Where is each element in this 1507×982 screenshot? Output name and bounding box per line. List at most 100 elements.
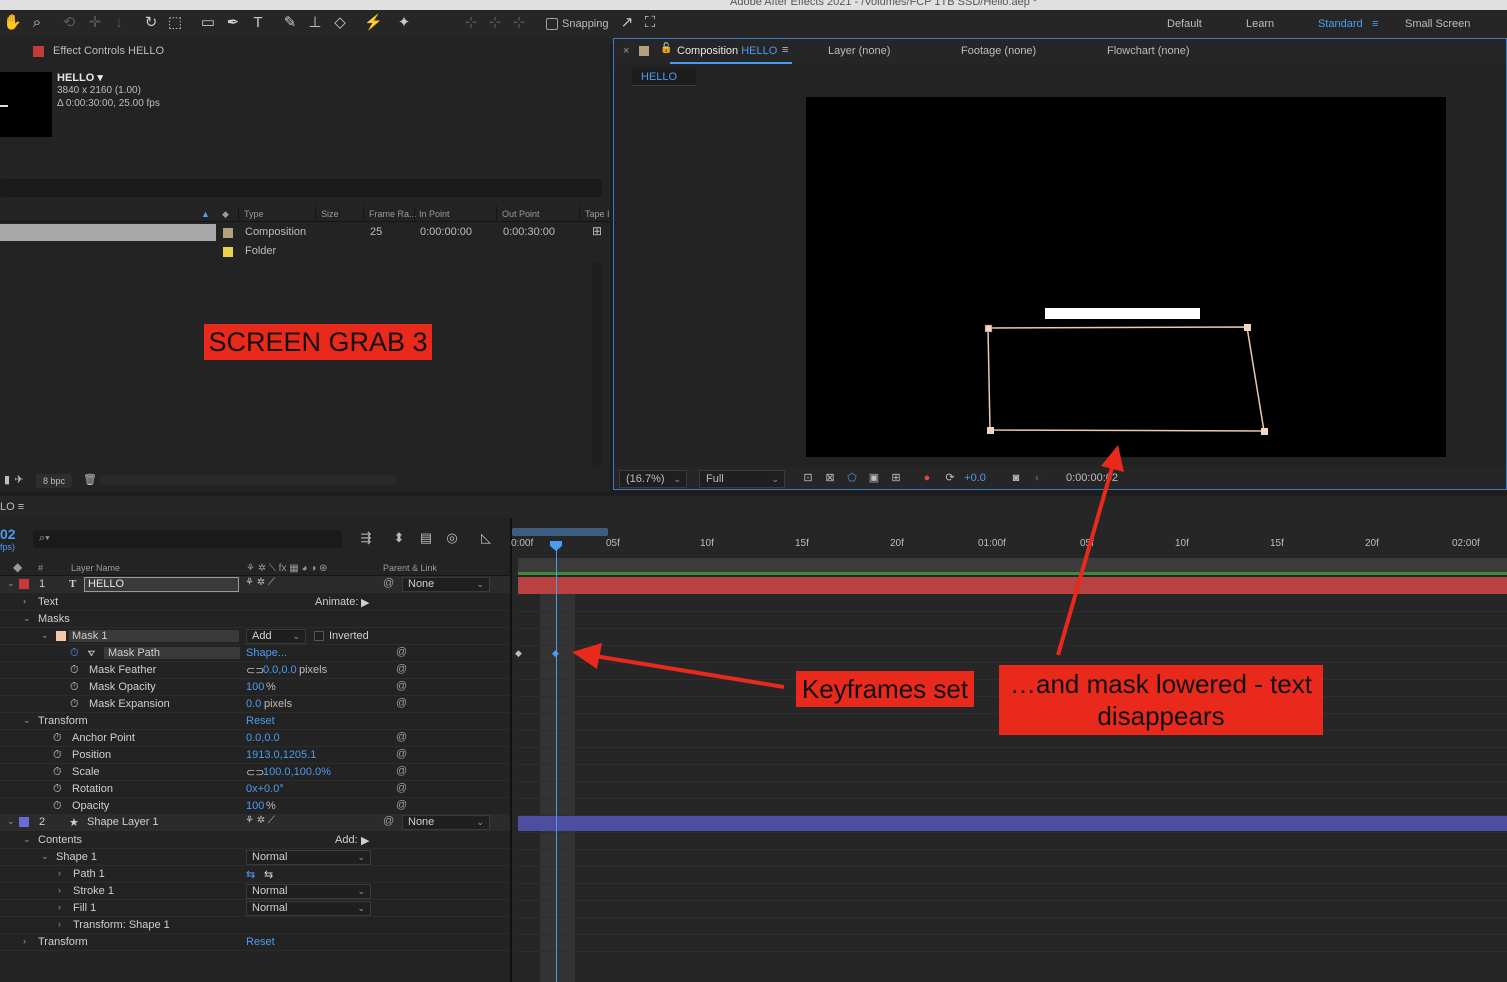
transform-reset-link[interactable]: Reset (246, 715, 275, 727)
current-time-display[interactable]: 02 (0, 526, 16, 542)
stopwatch-icon[interactable]: ⏱ (53, 783, 62, 796)
keyframe-diamond-icon[interactable]: ◆ (515, 648, 522, 659)
comp-breadcrumb[interactable]: HELLO (632, 68, 696, 86)
show-snapshot-icon[interactable]: ◐ (1031, 471, 1045, 485)
new-folder-icon[interactable]: ✈ (12, 473, 26, 487)
mask-color-swatch[interactable] (56, 631, 66, 641)
label-tag-icon[interactable]: ◆ (13, 560, 22, 574)
prop-row-contents[interactable]: ⌄ Contents Add: ▶ (0, 832, 510, 849)
composition-mini-flowchart-icon[interactable]: ⇶ (358, 530, 374, 546)
layer-2-duration-bar[interactable] (518, 815, 1507, 831)
shape1-blend-dropdown[interactable]: Normal ⌄ (246, 850, 371, 865)
position-value[interactable]: 1913.0,1205.1 (246, 749, 316, 761)
layer-switches[interactable]: ⚘ ✲ ⟋ (245, 815, 275, 826)
pick-whip-icon[interactable]: @ (396, 697, 407, 709)
pick-whip-icon[interactable]: @ (383, 577, 394, 589)
lock-icon[interactable]: 🔓 (660, 43, 672, 54)
snap-options-icon[interactable]: ↗ (618, 14, 636, 32)
layer-name-field[interactable]: HELLO (84, 577, 239, 592)
chevron-down-icon[interactable]: ⌄ (23, 834, 31, 845)
opacity-value[interactable]: 100 (246, 800, 264, 812)
eraser-tool-icon[interactable]: ◇ (331, 14, 349, 32)
prop-row-transform[interactable]: ⌄ Transform Reset (0, 713, 510, 730)
chevron-right-icon[interactable]: › (23, 596, 26, 606)
pick-whip-icon[interactable]: @ (396, 799, 407, 811)
pick-whip-icon[interactable]: @ (383, 815, 394, 827)
mask-mode-dropdown[interactable]: Add ⌄ (246, 629, 306, 644)
layer-row-shape-layer-1[interactable]: ⌄ 2 ★ Shape Layer 1 ⚘ ✲ ⟋ @ None ⌄ (0, 814, 510, 831)
stopwatch-icon[interactable]: ⏱ (53, 749, 62, 762)
graph-icon[interactable]: ⦡ (88, 647, 95, 660)
anchor-value[interactable]: 0.0,0.0 (246, 732, 280, 744)
prop-row-fill1[interactable]: › Fill 1 Normal ⌄ (0, 900, 510, 917)
chevron-right-icon[interactable]: › (58, 919, 61, 929)
region-of-interest-icon[interactable]: ▣ (867, 471, 881, 485)
pick-whip-icon[interactable]: @ (396, 646, 407, 658)
cti-head-icon[interactable] (550, 541, 562, 551)
resolution-dropdown[interactable]: Full ⌄ (699, 470, 785, 488)
prop-row-stroke1[interactable]: › Stroke 1 Normal ⌄ (0, 883, 510, 900)
chevron-right-icon[interactable]: › (23, 936, 26, 946)
column-parent[interactable]: Parent & Link (383, 563, 437, 573)
fill1-blend-dropdown[interactable]: Normal ⌄ (246, 901, 371, 916)
rectangle-tool-icon[interactable]: ▭ (199, 14, 217, 32)
workspace-standard[interactable]: Standard (1318, 18, 1363, 30)
prop-row-anchor[interactable]: ⏱ Anchor Point 0.0,0.0 @ (0, 730, 510, 747)
motion-blur-icon[interactable]: ◎ (444, 530, 460, 546)
project-scrollbar[interactable] (592, 262, 602, 467)
exposure-value[interactable]: +0.0 (962, 471, 988, 485)
flowchart-icon[interactable]: ⊞ (592, 224, 602, 238)
timeline-tab[interactable]: LO ≡ (0, 501, 24, 513)
stopwatch-icon[interactable]: ⏱ (53, 800, 62, 813)
stopwatch-active-icon[interactable]: ⏱ (70, 647, 79, 660)
current-time-indicator[interactable] (556, 542, 557, 982)
layer-label-swatch[interactable] (19, 817, 29, 827)
scale-value[interactable]: 100.0,100.0% (263, 766, 331, 778)
composition-viewer[interactable] (806, 97, 1446, 457)
transparency-grid-icon[interactable]: ⊠ (823, 471, 837, 485)
column-frame-rate[interactable]: Frame Ra... (369, 209, 417, 219)
layer-1-duration-bar[interactable] (518, 577, 1507, 594)
stopwatch-icon[interactable]: ⏱ (70, 681, 79, 694)
frame-blending-icon[interactable]: ▤ (418, 530, 434, 546)
chevron-down-icon[interactable]: ⌄ (41, 851, 49, 862)
rotation-value[interactable]: 0x+0.0° (246, 783, 284, 795)
clone-stamp-tool-icon[interactable]: ⊥ (306, 14, 324, 32)
column-size[interactable]: Size (321, 209, 339, 219)
prop-row-mask1[interactable]: ⌄ Mask 1 Add ⌄ Inverted (0, 628, 510, 645)
timeline-search-input[interactable]: ⌕▾ (33, 530, 342, 548)
prop-row-rotation[interactable]: ⏱ Rotation 0x+0.0° @ (0, 781, 510, 798)
mask-path-label[interactable]: Mask Path (104, 647, 240, 659)
comp-timecode[interactable]: 0:00:00:02 (1060, 470, 1122, 488)
work-area-bar[interactable] (512, 528, 608, 536)
local-axis-icon[interactable]: ⊹ (462, 14, 480, 32)
table-row[interactable]: Folder (0, 243, 610, 261)
prop-row-position[interactable]: ⏱ Position 1913.0,1205.1 @ (0, 747, 510, 764)
workspace-small-screen[interactable]: Small Screen (1405, 18, 1470, 30)
draft-3d-icon[interactable]: ⬍ (391, 530, 407, 546)
workspace-default[interactable]: Default (1167, 18, 1202, 30)
animate-play-icon[interactable]: ▶ (361, 596, 369, 609)
mask-feather-value[interactable]: 0.0,0.0 (263, 664, 297, 676)
mask-opacity-value[interactable]: 100 (246, 681, 264, 693)
tab-footage[interactable]: Footage (none) (961, 45, 1036, 57)
table-row[interactable]: Composition 25 0:00:00:00 0:00:30:00 ⊞ (0, 224, 610, 242)
graph-editor-icon[interactable]: ◺ (478, 530, 494, 546)
fast-previews-icon[interactable]: ⊡ (801, 471, 815, 485)
project-search-input[interactable] (0, 179, 602, 197)
pick-whip-icon[interactable]: @ (396, 782, 407, 794)
pan-behind-tool-icon[interactable]: ⬚ (166, 14, 184, 32)
prop-row-mask-expansion[interactable]: ⏱ Mask Expansion 0.0 pixels @ (0, 696, 510, 713)
prop-row-path1[interactable]: › Path 1 ⇆ ⇆ (0, 866, 510, 883)
prop-row-mask-path[interactable]: ⏱ ⦡ Mask Path Shape... @ (0, 645, 510, 662)
roto-brush-tool-icon[interactable]: ⚡ (364, 14, 383, 32)
hand-tool-icon[interactable]: ✋ (3, 14, 22, 32)
channels-icon[interactable]: ● (920, 471, 934, 485)
link-icon[interactable]: ⊂⊃ (246, 664, 264, 677)
layer-row-hello[interactable]: ⌄ 1 T HELLO ⚘ ✲ ⟋ @ None ⌄ (0, 576, 510, 593)
prop-row-transform-shape1[interactable]: › Transform: Shape 1 (0, 917, 510, 934)
composition-tab[interactable]: Composition HELLO (677, 45, 777, 57)
pick-whip-icon[interactable]: @ (396, 663, 407, 675)
pick-whip-icon[interactable]: @ (396, 765, 407, 777)
trash-icon[interactable]: 🗑 (83, 473, 97, 487)
